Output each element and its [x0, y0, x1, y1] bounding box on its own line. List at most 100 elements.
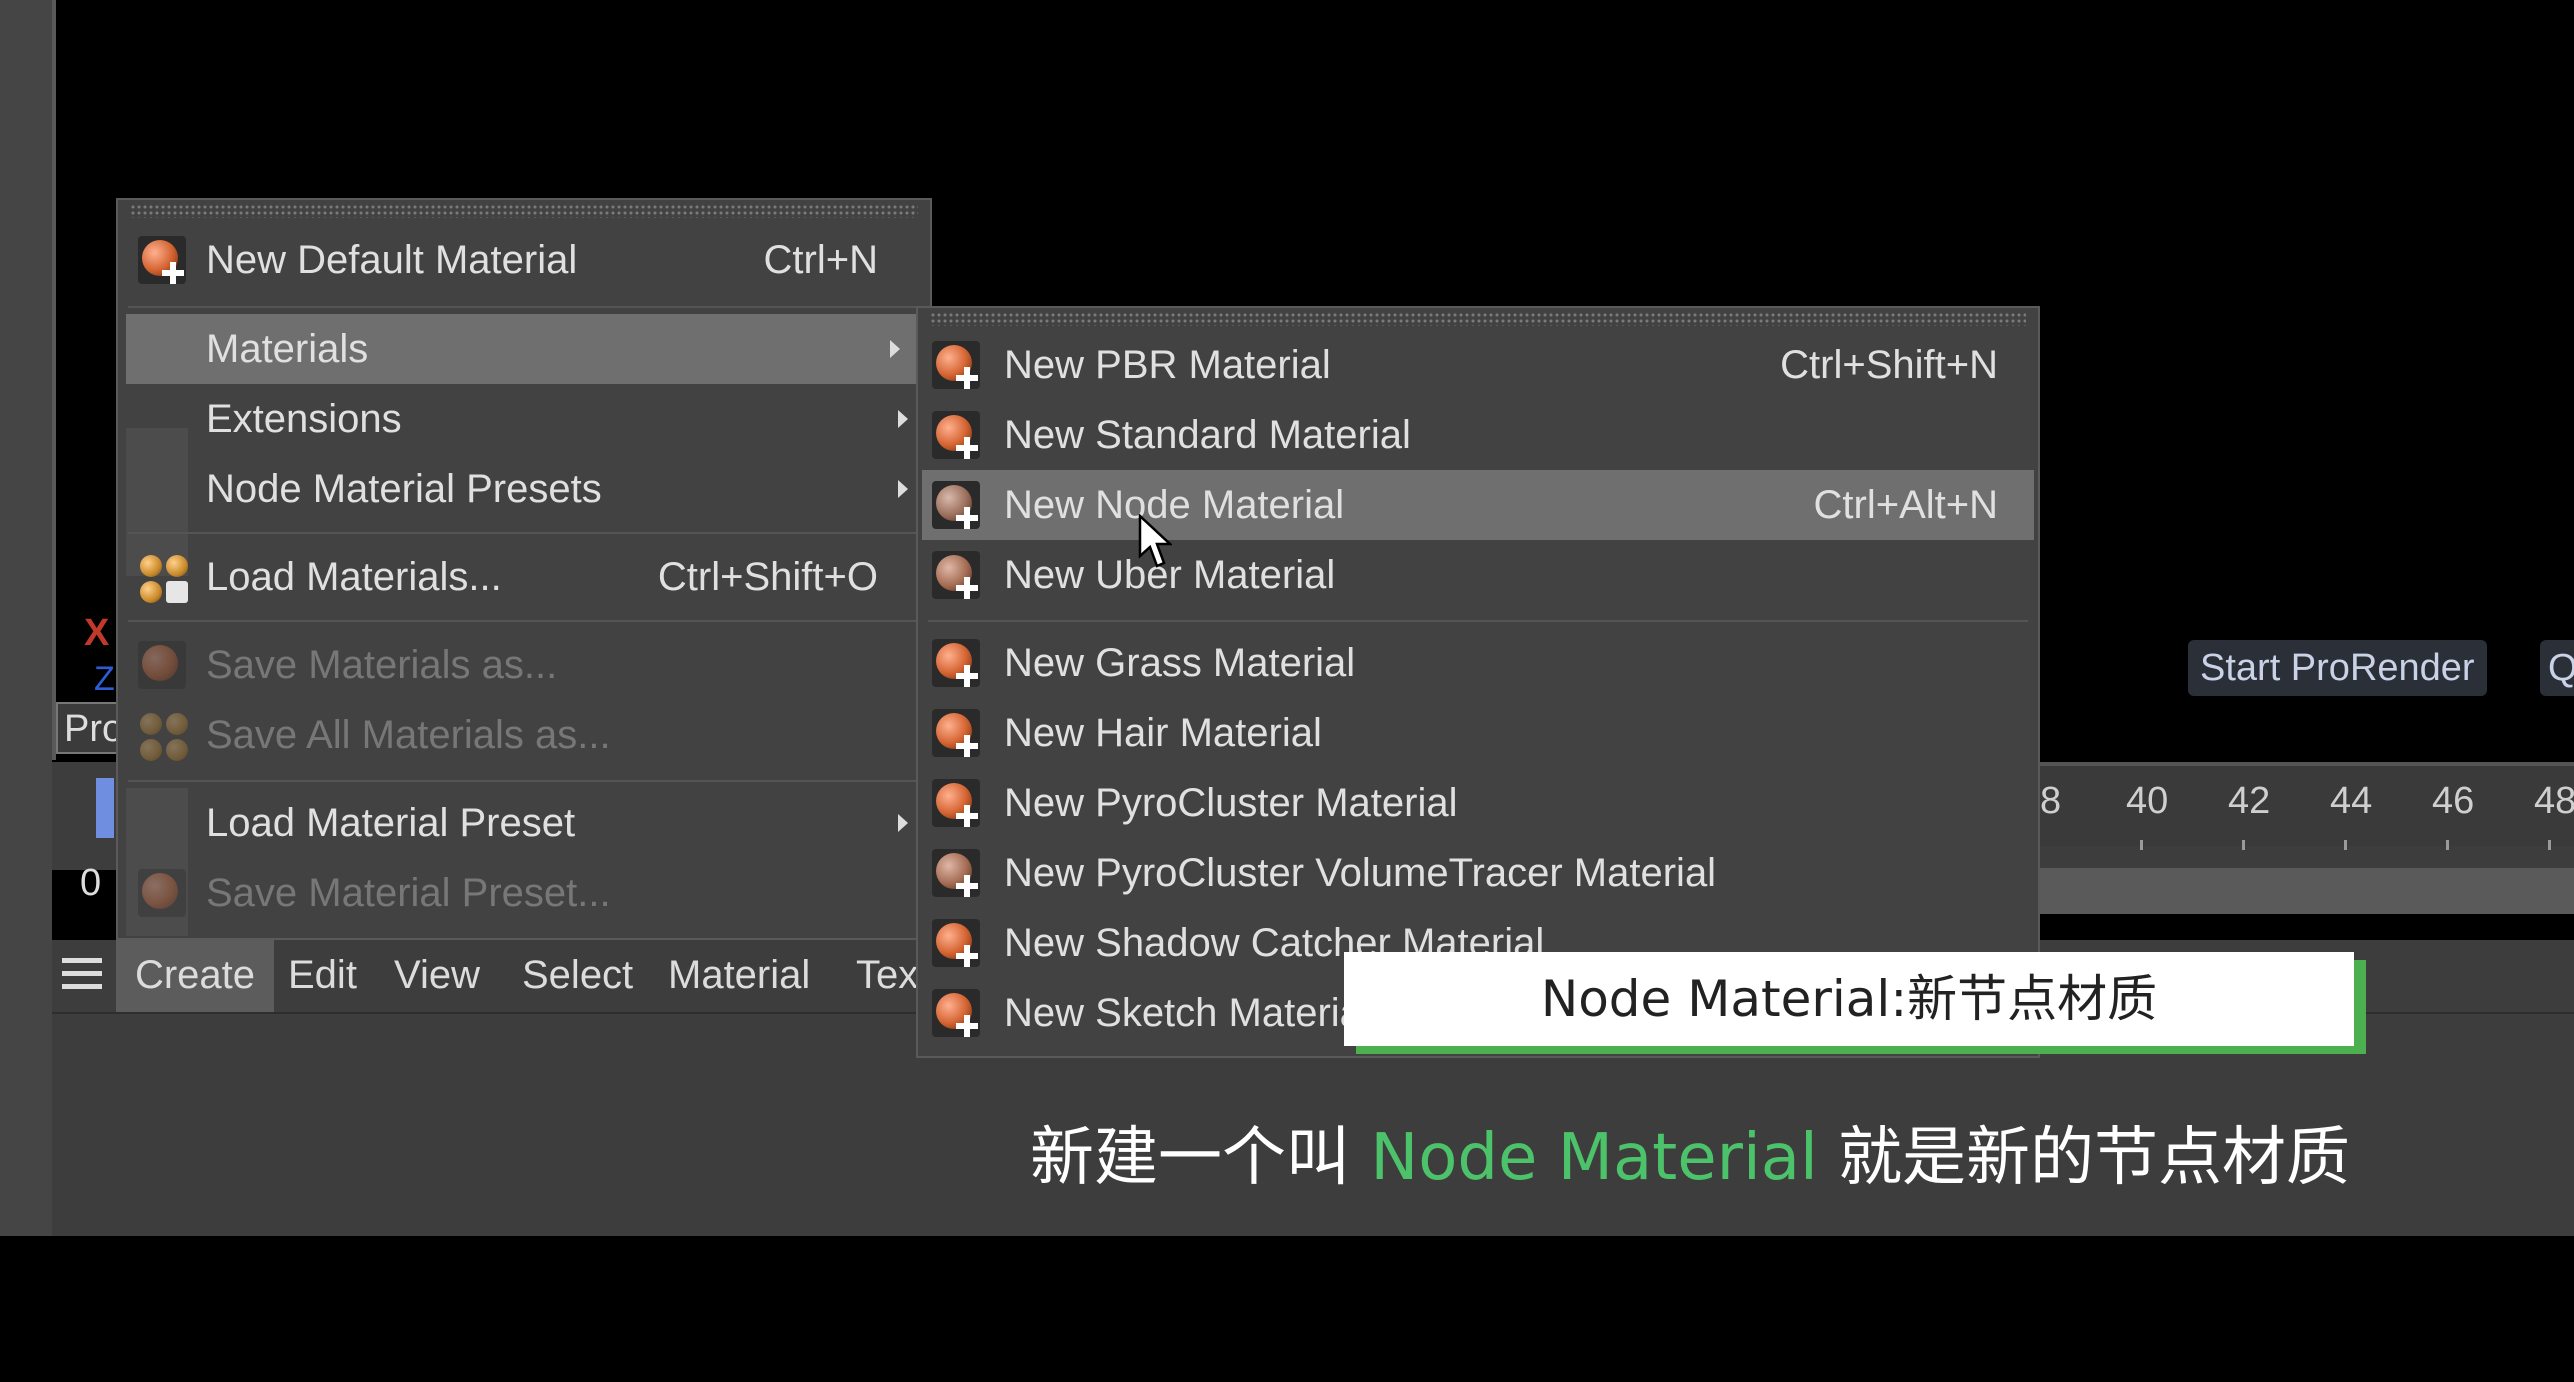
menu-material[interactable]: Material [668, 940, 810, 1012]
menu-item-save-materials-as[interactable]: Save Materials as... [118, 630, 930, 700]
menu-item-shortcut: Ctrl+Alt+N [1813, 483, 1999, 527]
letterbox-bar [0, 1236, 2574, 1382]
axis-z-label: Z [94, 660, 115, 698]
submenu-arrow-icon [898, 814, 908, 832]
menu-item-node-material-presets[interactable]: Node Material Presets [118, 454, 930, 524]
menu-item-new-pyrocluster-material[interactable]: New PyroCluster Material [918, 768, 2038, 838]
subtitle-before: 新建一个叫 [1030, 1121, 1371, 1195]
menu-grip[interactable] [930, 312, 2026, 326]
load-materials-icon [134, 549, 190, 605]
axis-x-label: X [84, 612, 110, 654]
grass-material-add-icon [928, 635, 984, 691]
menu-item-label: New Standard Material [1004, 413, 1411, 457]
timeline-tick: 8 [2040, 780, 2062, 822]
menu-create[interactable]: Create [116, 940, 274, 1012]
menu-item-label: New Hair Material [1004, 711, 1322, 755]
menu-item-label: Extensions [206, 397, 402, 441]
menu-item-label: New Sketch Material [1004, 991, 1371, 1035]
hamburger-menu-icon[interactable] [62, 958, 102, 992]
mouse-cursor-icon [1138, 514, 1172, 568]
caption-box-text: Node Material:新节点材质 [1540, 970, 2158, 1028]
tick-mark [2242, 840, 2245, 850]
q-button[interactable]: Q [2540, 640, 2574, 696]
menu-separator [128, 532, 920, 534]
tick-mark [2140, 840, 2143, 850]
menu-item-save-material-preset[interactable]: Save Material Preset... [118, 858, 930, 928]
save-materials-icon [134, 637, 190, 693]
menu-item-new-standard-material[interactable]: New Standard Material [918, 400, 2038, 470]
menu-item-label: Node Material Presets [206, 467, 602, 511]
create-menu: New Default Material Ctrl+N Materials Ex… [116, 198, 932, 940]
menu-separator [928, 620, 2028, 622]
playhead-marker[interactable] [96, 778, 114, 838]
pyrocluster-material-add-icon [928, 775, 984, 831]
menu-item-shortcut: Ctrl+Shift+N [1780, 343, 1998, 387]
materials-submenu: New PBR Material Ctrl+Shift+N New Standa… [916, 306, 2040, 1058]
volumetracer-material-add-icon [928, 845, 984, 901]
subtitle: 新建一个叫 Node Material 就是新的节点材质 [1030, 1106, 2350, 1198]
menu-item-label: Save Material Preset... [206, 871, 611, 915]
caption-box: Node Material:新节点材质 [1344, 952, 2354, 1046]
shadow-catcher-material-add-icon [928, 915, 984, 971]
menu-separator [128, 780, 920, 782]
timeline-tick: 48 [2534, 780, 2574, 822]
tick-mark [2548, 840, 2551, 850]
menu-item-label: Load Materials... [206, 555, 502, 599]
subtitle-highlight: Node Material [1370, 1121, 1818, 1195]
subtitle-after: 就是新的节点材质 [1817, 1121, 2351, 1195]
menu-item-label: New Grass Material [1004, 641, 1356, 685]
save-all-materials-icon [134, 707, 190, 763]
material-add-icon [928, 337, 984, 393]
menu-item-label: Load Material Preset [206, 801, 576, 845]
menu-item-label: Save Materials as... [206, 643, 558, 687]
menu-item-load-material-preset[interactable]: Load Material Preset [118, 788, 930, 858]
material-add-icon [928, 407, 984, 463]
menu-item-label: Save All Materials as... [206, 713, 611, 757]
menu-item-new-pbr-material[interactable]: New PBR Material Ctrl+Shift+N [918, 330, 2038, 400]
submenu-arrow-icon [898, 410, 908, 428]
timeline-tick: 40 [2126, 780, 2169, 822]
menu-item-load-materials[interactable]: Load Materials... Ctrl+Shift+O [118, 542, 930, 612]
menu-select[interactable]: Select [522, 940, 633, 1012]
sketch-material-add-icon [928, 985, 984, 1041]
timeline-ruler[interactable]: 8 40 42 44 46 48 [2040, 762, 2574, 850]
menu-item-label: New PyroCluster VolumeTracer Material [1004, 851, 1717, 895]
timeline-tick: 42 [2228, 780, 2271, 822]
menu-item-new-grass-material[interactable]: New Grass Material [918, 628, 2038, 698]
menu-separator [128, 306, 920, 308]
menu-item-new-node-material[interactable]: New Node Material Ctrl+Alt+N [922, 470, 2034, 540]
timeline-track[interactable] [2040, 868, 2574, 914]
tick-mark [2344, 840, 2347, 850]
menu-item-new-default-material[interactable]: New Default Material Ctrl+N [118, 220, 930, 300]
menu-item-label: New Node Material [1004, 483, 1345, 527]
menu-edit[interactable]: Edit [288, 940, 357, 1012]
menu-item-save-all-materials-as[interactable]: Save All Materials as... [118, 700, 930, 770]
tick-mark [2446, 840, 2449, 850]
menu-item-new-pyrocluster-volumetracer-material[interactable]: New PyroCluster VolumeTracer Material [918, 838, 2038, 908]
menu-item-new-uber-material[interactable]: New Uber Material [918, 540, 2038, 610]
submenu-arrow-icon [898, 480, 908, 498]
uber-material-add-icon [928, 547, 984, 603]
menu-view[interactable]: View [394, 940, 480, 1012]
material-add-icon [134, 232, 190, 288]
panel-divider[interactable] [52, 0, 56, 760]
node-material-add-icon [928, 477, 984, 533]
menu-item-materials[interactable]: Materials [126, 314, 922, 384]
menu-item-label: New Default Material [206, 238, 578, 282]
menu-item-new-hair-material[interactable]: New Hair Material [918, 698, 2038, 768]
menu-separator [128, 620, 920, 622]
menu-item-label: Materials [206, 327, 369, 371]
timeline-tick: 44 [2330, 780, 2373, 822]
menu-item-label: New PyroCluster Material [1004, 781, 1458, 825]
menu-item-extensions[interactable]: Extensions [118, 384, 930, 454]
submenu-arrow-icon [890, 340, 900, 358]
frame-number: 0 [80, 862, 102, 904]
menu-item-shortcut: Ctrl+Shift+O [657, 555, 878, 599]
save-preset-icon [134, 865, 190, 921]
timeline-tick: 46 [2432, 780, 2475, 822]
menu-grip[interactable] [130, 204, 918, 218]
menu-item-shortcut: Ctrl+N [763, 238, 878, 282]
start-prorender-button[interactable]: Start ProRender [2188, 640, 2487, 696]
hair-material-add-icon [928, 705, 984, 761]
menu-texture[interactable]: Tex [856, 940, 918, 1012]
